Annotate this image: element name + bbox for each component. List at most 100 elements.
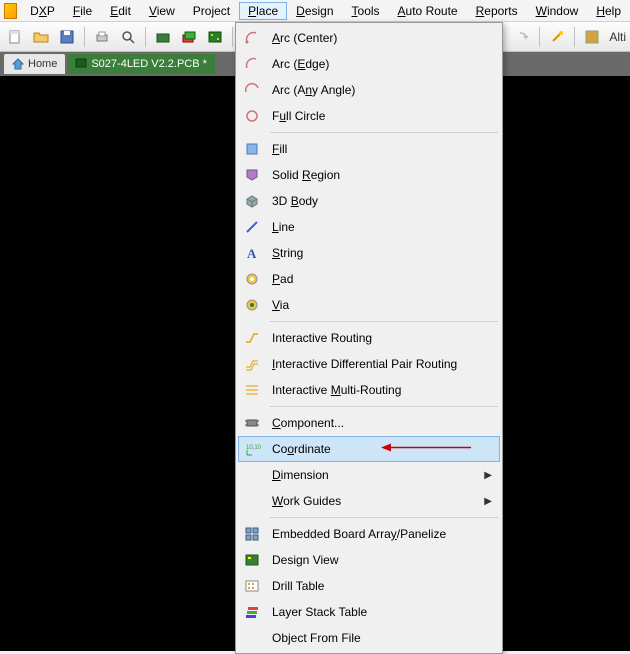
- board-button[interactable]: [204, 26, 226, 48]
- toolbar-separator: [574, 27, 575, 47]
- submenu-icon: [238, 488, 266, 514]
- redo-button[interactable]: [511, 26, 533, 48]
- menu-tools[interactable]: Tools: [343, 2, 389, 20]
- route-diff-icon: [238, 351, 266, 377]
- menu-item-label: String: [266, 246, 500, 260]
- altium-button[interactable]: [581, 26, 603, 48]
- arc-any-icon: [238, 77, 266, 103]
- route-int-icon: [238, 325, 266, 351]
- tab-home-label: Home: [28, 58, 57, 70]
- menu-item-component[interactable]: Component...: [238, 410, 500, 436]
- menu-autoroute[interactable]: Auto Route: [389, 2, 467, 20]
- menu-item-label: Coordinate: [266, 442, 499, 456]
- menu-item-interactive-multi-routing[interactable]: Interactive Multi-Routing: [238, 377, 500, 403]
- menu-item-label: Fill: [266, 142, 500, 156]
- menu-window[interactable]: Window: [527, 2, 588, 20]
- svg-text:A: A: [247, 246, 257, 261]
- menu-item-label: Dimension: [266, 468, 500, 482]
- menu-design[interactable]: Design: [287, 2, 342, 20]
- submenu-icon: [238, 462, 266, 488]
- toolbar-separator: [232, 27, 233, 47]
- menu-item-interactive-differential-pair-routing[interactable]: Interactive Differential Pair Routing: [238, 351, 500, 377]
- menu-item-label: Solid Region: [266, 168, 500, 182]
- component-icon: [238, 410, 266, 436]
- menu-place[interactable]: Place: [239, 2, 287, 20]
- menu-project[interactable]: Project: [184, 2, 239, 20]
- menu-item-arc-any-angle[interactable]: Arc (Any Angle): [238, 77, 500, 103]
- tab-file[interactable]: S027-4LED V2.2.PCB *: [67, 54, 215, 74]
- tab-home[interactable]: Home: [4, 54, 65, 74]
- tab-file-label: S027-4LED V2.2.PCB *: [91, 58, 207, 70]
- toolbar-separator: [145, 27, 146, 47]
- menu-item-arc-edge[interactable]: Arc (Edge): [238, 51, 500, 77]
- pcb-file-icon: [75, 57, 87, 72]
- menu-item-coordinate[interactable]: 10,10Coordinate: [238, 436, 500, 462]
- menu-item-line[interactable]: Line: [238, 214, 500, 240]
- menu-item-label: Full Circle: [266, 109, 500, 123]
- menu-item-embedded-board-array-panelize[interactable]: Embedded Board Array/Panelize: [238, 521, 500, 547]
- altium-label: Alti: [607, 30, 626, 44]
- menu-item-full-circle[interactable]: Full Circle: [238, 103, 500, 129]
- menu-item-interactive-routing[interactable]: Interactive Routing: [238, 325, 500, 351]
- menu-item-label: Layer Stack Table: [266, 605, 500, 619]
- menu-dxp[interactable]: DXP: [21, 2, 64, 20]
- menu-file[interactable]: File: [64, 2, 101, 20]
- open-file-button[interactable]: [30, 26, 52, 48]
- toolbar-right: Alti: [485, 26, 626, 48]
- circle-icon: [238, 103, 266, 129]
- object-file-icon: [238, 625, 266, 651]
- print-button[interactable]: [91, 26, 113, 48]
- coord-icon: 10,10: [239, 437, 266, 461]
- menu-view[interactable]: View: [140, 2, 184, 20]
- menu-help[interactable]: Help: [587, 2, 630, 20]
- toolbar-separator: [539, 27, 540, 47]
- fill-icon: [238, 136, 266, 162]
- wand-button[interactable]: [546, 26, 568, 48]
- menu-item-dimension[interactable]: Dimension▶: [238, 462, 500, 488]
- submenu-arrow-icon: ▶: [484, 496, 492, 507]
- home-icon: [12, 58, 24, 70]
- menu-item-label: Drill Table: [266, 579, 500, 593]
- menu-item-object-from-file[interactable]: Object From File: [238, 625, 500, 651]
- menu-edit[interactable]: Edit: [101, 2, 140, 20]
- arc-center-icon: [238, 25, 266, 51]
- menu-item-pad[interactable]: Pad: [238, 266, 500, 292]
- menu-item-solid-region[interactable]: Solid Region: [238, 162, 500, 188]
- menu-item-drill-table[interactable]: Drill Table: [238, 573, 500, 599]
- arc-edge-icon: [238, 51, 266, 77]
- zoom-button[interactable]: [117, 26, 139, 48]
- menu-item-label: Interactive Multi-Routing: [266, 383, 500, 397]
- menu-reports[interactable]: Reports: [467, 2, 527, 20]
- pcb-3d-button[interactable]: [152, 26, 174, 48]
- menu-item-3d-body[interactable]: 3D Body: [238, 188, 500, 214]
- layers-button[interactable]: [178, 26, 200, 48]
- menu-item-label: Arc (Any Angle): [266, 83, 500, 97]
- new-file-button[interactable]: [4, 26, 26, 48]
- menu-item-label: Component...: [266, 416, 500, 430]
- layer-icon: [238, 599, 266, 625]
- menu-separator: [270, 321, 498, 322]
- body3d-icon: [238, 188, 266, 214]
- via-icon: [238, 292, 266, 318]
- save-button[interactable]: [56, 26, 78, 48]
- menu-item-work-guides[interactable]: Work Guides▶: [238, 488, 500, 514]
- menu-item-layer-stack-table[interactable]: Layer Stack Table: [238, 599, 500, 625]
- menu-item-label: Line: [266, 220, 500, 234]
- menu-item-string[interactable]: A String: [238, 240, 500, 266]
- string-icon: A: [238, 240, 266, 266]
- menu-separator: [270, 406, 498, 407]
- submenu-arrow-icon: ▶: [484, 470, 492, 481]
- pad-icon: [238, 266, 266, 292]
- menu-item-label: 3D Body: [266, 194, 500, 208]
- menu-item-label: Design View: [266, 553, 500, 567]
- toolbar-separator: [84, 27, 85, 47]
- menu-item-via[interactable]: Via: [238, 292, 500, 318]
- menu-item-fill[interactable]: Fill: [238, 136, 500, 162]
- menubar: DXPFileEditViewProjectPlaceDesignToolsAu…: [0, 0, 630, 22]
- route-multi-icon: [238, 377, 266, 403]
- panel-icon: [238, 521, 266, 547]
- menu-item-design-view[interactable]: Design View: [238, 547, 500, 573]
- app-icon: [4, 3, 17, 19]
- menu-item-arc-center[interactable]: Arc (Center): [238, 25, 500, 51]
- region-icon: [238, 162, 266, 188]
